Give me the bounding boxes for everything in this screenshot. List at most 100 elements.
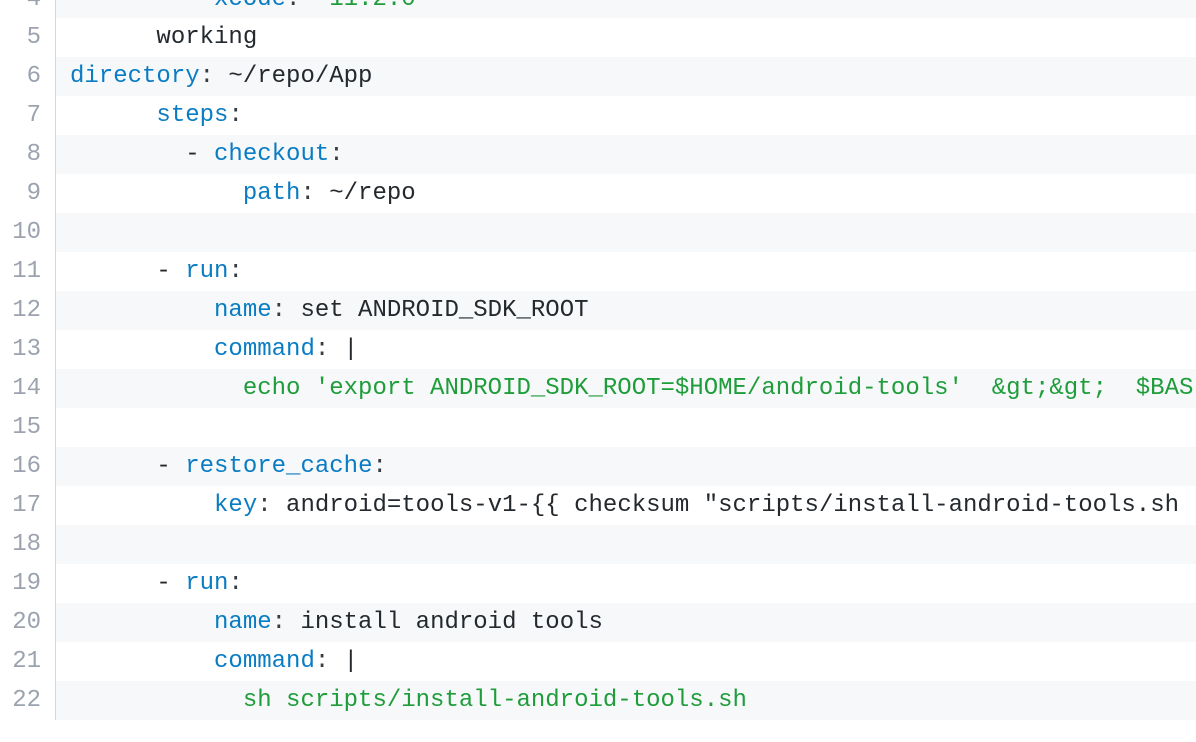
code-line[interactable] bbox=[56, 213, 1196, 252]
token: xcode bbox=[214, 0, 286, 13]
token bbox=[200, 141, 214, 168]
line-number: 5 bbox=[0, 18, 41, 57]
indent bbox=[70, 24, 156, 51]
token: set ANDROID_SDK_ROOT bbox=[286, 297, 588, 324]
indent bbox=[70, 453, 156, 480]
token bbox=[171, 570, 185, 597]
line-number: 6 bbox=[0, 57, 41, 96]
code-line[interactable]: - checkout: bbox=[56, 135, 1196, 174]
token: : bbox=[315, 336, 329, 363]
code-line[interactable]: working bbox=[56, 18, 1196, 57]
token: " bbox=[416, 0, 430, 13]
line-number: 9 bbox=[0, 174, 41, 213]
line-number: 15 bbox=[0, 408, 41, 447]
token: | bbox=[329, 648, 358, 675]
indent bbox=[70, 141, 185, 168]
token: : bbox=[300, 180, 314, 207]
token: name bbox=[214, 297, 272, 324]
token: restore_cache bbox=[185, 453, 372, 480]
token: android=tools-v1-{{ checksum "scripts/in… bbox=[272, 492, 1179, 519]
line-number: 13 bbox=[0, 330, 41, 369]
token: | bbox=[329, 336, 358, 363]
code-line[interactable]: name: install android tools bbox=[56, 603, 1196, 642]
line-number: 7 bbox=[0, 96, 41, 135]
indent bbox=[70, 492, 214, 519]
indent bbox=[70, 375, 243, 402]
token: - bbox=[156, 258, 170, 285]
code-line[interactable]: name: set ANDROID_SDK_ROOT bbox=[56, 291, 1196, 330]
token: : bbox=[286, 0, 300, 13]
line-number: 17 bbox=[0, 486, 41, 525]
line-number: 22 bbox=[0, 681, 41, 720]
line-number: 4 bbox=[0, 0, 41, 18]
token: working bbox=[156, 24, 257, 51]
line-number: 21 bbox=[0, 642, 41, 681]
code-line[interactable]: sh scripts/install-android-tools.sh bbox=[56, 681, 1196, 720]
line-number: 12 bbox=[0, 291, 41, 330]
code-line[interactable]: xcode: "11.2.0" bbox=[56, 0, 1196, 18]
indent bbox=[70, 297, 214, 324]
token: : bbox=[257, 492, 271, 519]
code-line[interactable]: - run: bbox=[56, 564, 1196, 603]
token: checkout bbox=[214, 141, 329, 168]
token: : bbox=[272, 297, 286, 324]
token: install android tools bbox=[286, 609, 603, 636]
token: : bbox=[228, 570, 242, 597]
code-line[interactable] bbox=[56, 525, 1196, 564]
token: name bbox=[214, 609, 272, 636]
token: path bbox=[243, 180, 301, 207]
code-area[interactable]: xcode: "11.2.0" working directory: ~/repo… bbox=[56, 0, 1196, 720]
code-viewer: 45678910111213141516171819202122 xcode: … bbox=[0, 0, 1196, 720]
indent bbox=[70, 180, 243, 207]
token: : bbox=[228, 102, 242, 129]
token: steps bbox=[156, 102, 228, 129]
code-line[interactable] bbox=[56, 408, 1196, 447]
token: echo 'export ANDROID_SDK_ROOT=$HOME/andr… bbox=[243, 375, 1194, 402]
code-line[interactable]: steps: bbox=[56, 96, 1196, 135]
line-number: 16 bbox=[0, 447, 41, 486]
token: : bbox=[372, 453, 386, 480]
token: " bbox=[315, 0, 329, 13]
code-line[interactable]: echo 'export ANDROID_SDK_ROOT=$HOME/andr… bbox=[56, 369, 1196, 408]
token bbox=[171, 453, 185, 480]
token: command bbox=[214, 648, 315, 675]
token: 11.2.0 bbox=[329, 0, 415, 13]
indent bbox=[70, 570, 156, 597]
code-line[interactable]: - restore_cache: bbox=[56, 447, 1196, 486]
token: : bbox=[228, 258, 242, 285]
code-line[interactable]: command: | bbox=[56, 642, 1196, 681]
line-number: 10 bbox=[0, 213, 41, 252]
token: run bbox=[185, 258, 228, 285]
token: sh scripts/install-android-tools.sh bbox=[243, 687, 747, 714]
code-line[interactable]: - run: bbox=[56, 252, 1196, 291]
indent bbox=[70, 687, 243, 714]
token bbox=[300, 0, 314, 13]
token: - bbox=[156, 453, 170, 480]
indent bbox=[70, 336, 214, 363]
token: - bbox=[156, 570, 170, 597]
indent bbox=[70, 102, 156, 129]
indent bbox=[70, 0, 214, 13]
line-number: 19 bbox=[0, 564, 41, 603]
token: : bbox=[329, 141, 343, 168]
code-line[interactable]: command: | bbox=[56, 330, 1196, 369]
token bbox=[171, 258, 185, 285]
indent bbox=[70, 648, 214, 675]
token: command bbox=[214, 336, 315, 363]
token: : bbox=[200, 63, 214, 90]
indent bbox=[70, 258, 156, 285]
token: : bbox=[315, 648, 329, 675]
line-number: 8 bbox=[0, 135, 41, 174]
token: key bbox=[214, 492, 257, 519]
line-number: 11 bbox=[0, 252, 41, 291]
line-number: 14 bbox=[0, 369, 41, 408]
token: : bbox=[272, 609, 286, 636]
token: run bbox=[185, 570, 228, 597]
code-line[interactable]: key: android=tools-v1-{{ checksum "scrip… bbox=[56, 486, 1196, 525]
code-line[interactable]: path: ~/repo bbox=[56, 174, 1196, 213]
indent bbox=[70, 609, 214, 636]
token: ~/repo bbox=[315, 180, 416, 207]
line-number: 20 bbox=[0, 603, 41, 642]
code-line[interactable]: directory: ~/repo/App bbox=[56, 57, 1196, 96]
token: ~/repo/App bbox=[214, 63, 372, 90]
